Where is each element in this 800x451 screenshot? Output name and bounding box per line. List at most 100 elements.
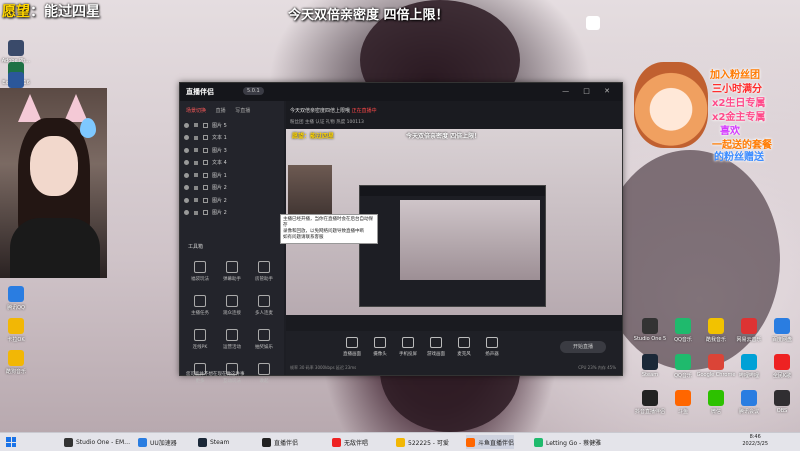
app-icon <box>8 286 24 302</box>
eye-icon[interactable] <box>184 122 189 128</box>
desktop-icon[interactable]: 百度网盘 <box>760 318 800 343</box>
app-icon <box>138 437 147 447</box>
tool-label: 连线PK <box>192 345 208 350</box>
tool-item[interactable]: 运营活动 <box>216 325 248 355</box>
tool-item[interactable]: 多人连麦 <box>248 291 280 321</box>
scene-item[interactable]: 文本 1 <box>184 132 280 145</box>
go-live-button[interactable]: 开始直播 <box>560 341 606 353</box>
taskbar-item[interactable]: 无敌伴唱 <box>332 435 368 449</box>
taskbar-item[interactable]: Steam <box>198 435 229 449</box>
desktop-icon-label: 卡拉OK <box>7 337 25 343</box>
taskbar-item[interactable]: 斗鱼直播伴侣 <box>466 435 515 449</box>
control-button[interactable]: 摄像头 <box>366 337 394 357</box>
lock-icon[interactable] <box>194 148 198 153</box>
scene-item[interactable]: 图片 2 <box>184 182 280 195</box>
tab-write[interactable]: 写直播 <box>235 108 250 114</box>
app-icon <box>741 318 757 334</box>
tool-item[interactable]: 连线PK <box>184 325 216 355</box>
tool-item[interactable]: 抽奖娱乐 <box>248 325 280 355</box>
lock-icon[interactable] <box>194 135 198 140</box>
scene-label: 图片 1 <box>212 172 227 179</box>
taskbar-item[interactable]: UU加速器 <box>138 435 177 449</box>
taskbar-item[interactable]: 直播伴侣 <box>262 435 298 449</box>
eye-icon[interactable] <box>184 210 189 216</box>
notification-icon[interactable] <box>586 16 600 30</box>
tool-item[interactable]: 主播任务 <box>184 291 216 321</box>
taskbar-item[interactable]: Letting Go - 蔡健雅 <box>534 435 601 449</box>
app-icon <box>741 354 757 370</box>
lock-icon[interactable] <box>194 160 198 165</box>
tool-item[interactable]: 观众连接 <box>216 291 248 321</box>
gift-sticker: 喜欢 <box>720 126 740 137</box>
tool-label: 主播任务 <box>191 311 209 316</box>
scene-item[interactable]: 图片 5 <box>184 119 280 132</box>
app-icon <box>675 390 691 406</box>
scene-item[interactable]: 图片 3 <box>184 144 280 157</box>
tooltip-line: 如有问题请联系客服 <box>283 235 324 240</box>
eye-icon[interactable] <box>184 135 189 141</box>
taskbar-item[interactable]: Studio One - EM… <box>64 435 130 449</box>
scene-label: 图片 5 <box>212 122 227 129</box>
lock-icon[interactable] <box>194 210 198 215</box>
window-controls[interactable]: — □ ✕ <box>562 87 616 95</box>
scene-item[interactable]: 图片 2 <box>184 194 280 207</box>
desktop-icon[interactable]: 卡拉OK <box>0 318 38 343</box>
clock-time: 8:46 <box>749 434 761 440</box>
nested-title-bar <box>360 186 545 196</box>
gift-sticker: 的粉丝赠送 <box>714 152 764 163</box>
control-button[interactable]: 直播画面 <box>338 337 366 357</box>
desktop-icon[interactable]: Adobe Ph… <box>0 40 38 64</box>
control-button[interactable]: 麦克风 <box>450 337 478 357</box>
eye-icon[interactable] <box>184 172 189 178</box>
webcam-face <box>30 136 78 196</box>
desktop-icon[interactable]: 腾讯QQ <box>0 286 38 311</box>
version-badge[interactable]: 5.0.1 <box>243 87 264 95</box>
layer-icon <box>203 122 208 128</box>
control-button[interactable]: 游戏画面 <box>422 337 450 357</box>
lock-icon[interactable] <box>194 123 198 128</box>
title-bar[interactable]: 直播伴侣 5.0.1 — □ ✕ <box>180 83 622 101</box>
tool-item[interactable]: 房管助手 <box>248 257 280 287</box>
tool-icon <box>226 261 238 273</box>
eye-icon[interactable] <box>184 147 189 153</box>
tooltip-popup: 主播已经开播，当你在直播时会在后台自动保存 录像和回放，以免网络问题导致直播中断… <box>280 214 378 244</box>
tab-scenes[interactable]: 场景切换 <box>186 108 206 114</box>
control-button[interactable]: 扬声器 <box>478 337 506 357</box>
taskbar-label: 斗鱼直播伴侣 <box>478 439 515 447</box>
taskbar-label: Letting Go - 蔡健雅 <box>546 439 602 447</box>
scene-item[interactable]: 图片 2 <box>184 207 280 220</box>
eye-icon[interactable] <box>184 185 189 191</box>
eye-icon[interactable] <box>184 160 189 166</box>
scene-label: 图片 3 <box>212 147 227 154</box>
taskbar-item[interactable]: 522225 - 可爱 <box>396 435 449 449</box>
toolbox-grid: 福袋玩法 弹幕助手 房管助手 主播任务 观众连接 多人连麦 连线PK 运营活动 抽奖娱乐 更多 互动… <box>184 257 280 389</box>
scene-label: 图片 2 <box>212 185 227 192</box>
control-button[interactable]: 手机投屏 <box>394 337 422 357</box>
app-icon <box>332 437 341 447</box>
lock-icon[interactable] <box>194 173 198 178</box>
desktop-icon[interactable]: 全民K歌 <box>760 354 800 379</box>
taskbar-clock[interactable]: 8:46 2022/3/25 <box>742 434 768 448</box>
scene-item[interactable]: 文本 4 <box>184 157 280 170</box>
scene-item[interactable]: 图片 1 <box>184 169 280 182</box>
tool-item[interactable]: 福袋玩法 <box>184 257 216 287</box>
desktop-icon[interactable]: 酷狗音乐 <box>0 350 38 375</box>
app-icon <box>774 354 790 370</box>
tab-live[interactable]: 直播 <box>216 108 226 114</box>
nested-preview <box>400 200 540 280</box>
desktop-icon[interactable]: OBS <box>760 390 800 414</box>
eye-icon[interactable] <box>184 197 189 203</box>
start-button[interactable] <box>6 437 16 447</box>
tool-label: 互动玩法 <box>223 379 241 384</box>
app-icon <box>675 318 691 334</box>
control-bar: 直播画面 摄像头 手机投屏 游戏画面 麦克风 扬声器 开始直播 帧率 30 码率 3000… <box>286 331 622 375</box>
wish-overlay: 愿望：能过四星 <box>2 1 100 23</box>
app-icon <box>8 350 24 366</box>
lock-icon[interactable] <box>194 185 198 190</box>
lock-icon[interactable] <box>194 198 198 203</box>
stream-title[interactable]: 今天双倍亲密度四倍上限哦 <box>290 108 350 114</box>
tip-text: 您可能并不想在现在做这件事 <box>186 372 245 377</box>
gift-sticker: 三小时满分 <box>712 84 762 95</box>
app-icon <box>198 437 207 447</box>
tool-item[interactable]: 弹幕助手 <box>216 257 248 287</box>
